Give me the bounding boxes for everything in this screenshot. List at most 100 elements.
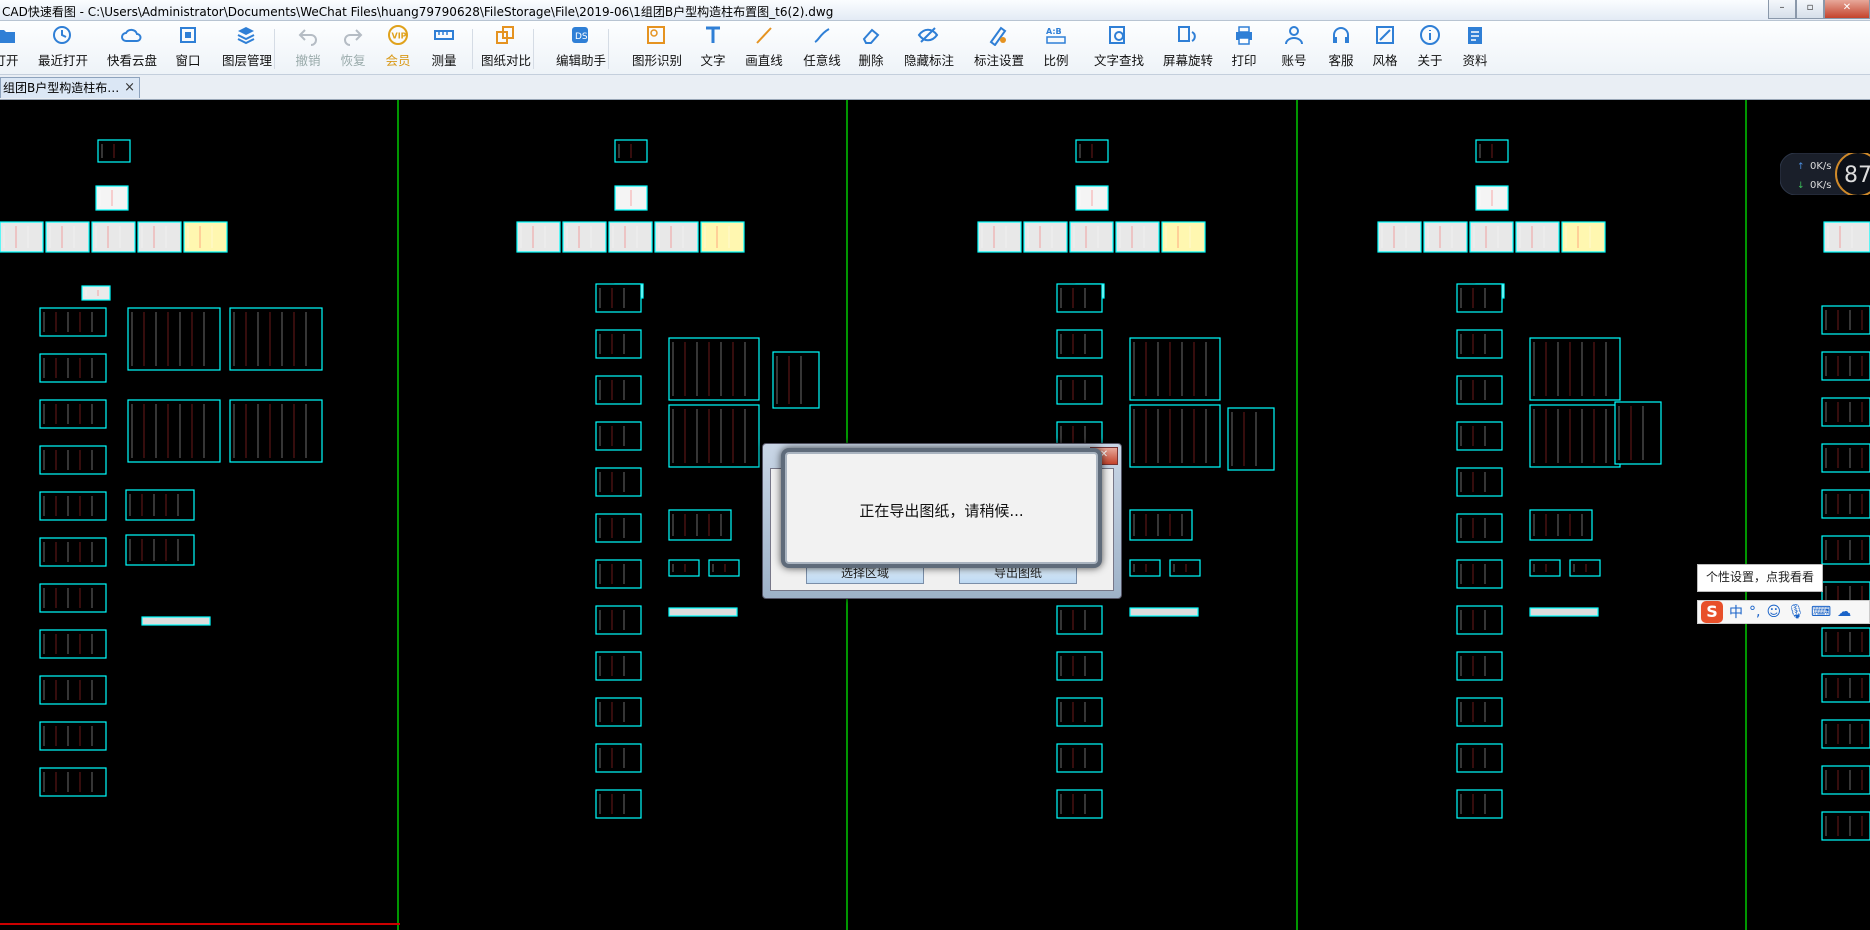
toolbar-button-eye-hide[interactable]: 隐藏标注 (904, 24, 954, 69)
svg-text:DS: DS (575, 32, 588, 42)
ime-mode-toggle[interactable]: 中 (1729, 602, 1743, 622)
maximize-button[interactable]: ▫ (1796, 0, 1824, 19)
drawing-sheet (1469, 221, 1514, 253)
drawing-sheet (977, 221, 1022, 253)
drawing-sheet (39, 583, 107, 613)
export-drawing-button[interactable]: 导出图纸 (959, 563, 1077, 584)
toolbar-button-text-search[interactable]: 文字查找 (1094, 24, 1144, 69)
drawing-sheet (1456, 789, 1503, 819)
drawing-sheet (39, 353, 107, 383)
toolbar-button-compare[interactable]: 图纸对比 (481, 24, 532, 69)
drawing-sheet (595, 467, 642, 497)
drawing-sheet (1056, 283, 1103, 313)
network-widget[interactable]: ↑ ↓ 0K/s 0K/s 87 (1779, 151, 1870, 197)
drawing-sheet (1056, 651, 1103, 681)
drawing-sheet (39, 537, 107, 567)
drawing-sheet (708, 559, 740, 577)
toolbar-button-style[interactable]: 风格 (1361, 24, 1409, 69)
drawing-sheet (1129, 607, 1199, 617)
toolbar-button-label: 打开 (0, 53, 19, 68)
drawing-sheet (127, 307, 221, 371)
toolbar-button-scale[interactable]: A:B 比例 (1032, 24, 1080, 69)
toolbar-button-redo[interactable]: 恢复 (329, 24, 377, 69)
rotate-screen-icon (1178, 26, 1196, 42)
drawing-sheet (1456, 421, 1503, 451)
drawing-sheet (595, 513, 642, 543)
drawing-sheet (1456, 467, 1503, 497)
drawing-sheet (1056, 329, 1103, 359)
toolbar-button-line[interactable]: 画直线 (740, 24, 788, 69)
toolbar-button-printer[interactable]: 打印 (1220, 24, 1268, 69)
ime-voice-icon[interactable]: 🎙 (1787, 604, 1805, 620)
tab-document[interactable]: 组团B户型构造柱布… × (0, 77, 140, 98)
ime-emoji-icon[interactable]: ☺ (1766, 604, 1781, 620)
minimize-button[interactable]: – (1768, 0, 1796, 19)
ime-punctuation-icon[interactable]: °, (1749, 604, 1760, 620)
toolbar-button-document[interactable]: 资料 (1451, 24, 1499, 69)
toolbar-button-headset[interactable]: 客服 (1317, 24, 1365, 69)
toolbar-button-folder-open[interactable]: 打开 (0, 24, 30, 69)
drawing-sheet (1529, 607, 1599, 617)
drawing-sheet (608, 221, 653, 253)
drawing-sheet (1821, 765, 1870, 795)
drawing-sheet (39, 445, 107, 475)
drawing-sheet (668, 607, 738, 617)
toolbar-separator (274, 29, 275, 69)
folder-open-icon (0, 30, 15, 43)
drawing-sheet (1377, 221, 1422, 253)
toolbar-button-vip[interactable]: VIP 会员 (374, 24, 422, 69)
layers-icon (237, 27, 255, 45)
close-window-button[interactable]: ✕ (1824, 0, 1870, 19)
toolbar-button-undo[interactable]: 撤销 (284, 24, 332, 69)
toolbar-button-label: 最近打开 (38, 53, 89, 68)
drawing-sheet (39, 767, 107, 797)
window-title: CAD快速看图 - C:\Users\Administrator\Documen… (2, 5, 834, 19)
sogou-logo-icon[interactable]: S (1701, 601, 1723, 623)
ime-skin-icon[interactable]: ☁ (1837, 604, 1851, 620)
toolbar-button-label: 图纸对比 (481, 53, 532, 68)
toolbar-button-rotate-screen[interactable]: 屏幕旋转 (1163, 24, 1213, 69)
toolbar-button-label: 图层管理 (222, 53, 273, 68)
redo-icon (344, 29, 363, 46)
ime-toolbar[interactable]: S 中 °, ☺ 🎙 ⌨ ☁ (1697, 600, 1870, 624)
window-icon (180, 27, 196, 43)
toolbar-button-text[interactable]: 文字 (689, 24, 737, 69)
toolbar-button-layers[interactable]: 图层管理 (222, 24, 273, 69)
drawing-sheet (654, 221, 699, 253)
drawing-sheet (516, 221, 561, 253)
ime-keyboard-icon[interactable]: ⌨ (1811, 604, 1831, 620)
toolbar-button-info[interactable]: 关于 (1406, 24, 1454, 69)
drawing-sheet (595, 651, 642, 681)
drawing-sheet (1069, 221, 1114, 253)
drawing-sheet (1056, 743, 1103, 773)
ruler-icon (434, 30, 454, 40)
drawing-sheet (1023, 221, 1068, 253)
toolbar-button-freehand[interactable]: 任意线 (798, 24, 846, 69)
toolbar-button-label: 恢复 (340, 53, 366, 68)
toolbar-button-label: 关于 (1417, 53, 1443, 68)
toolbar-button-label: 图形识别 (632, 53, 683, 68)
toolbar-button-user[interactable]: 账号 (1270, 24, 1318, 69)
drawing-sheet (1227, 407, 1275, 471)
toolbar-button-annotation-settings[interactable]: 标注设置 (974, 24, 1024, 69)
toolbar-button-label: 快看云盘 (107, 53, 158, 68)
drawing-sheet (1456, 513, 1503, 543)
toolbar-button-label: 编辑助手 (556, 53, 607, 68)
drawing-sheet (1456, 283, 1503, 313)
headset-icon (1333, 27, 1349, 43)
toolbar-button-window[interactable]: 窗口 (164, 24, 212, 69)
toolbar-button-edit-assistant[interactable]: DS 编辑助手 (556, 24, 607, 69)
toolbar-button-ruler[interactable]: 测量 (420, 24, 468, 69)
toolbar-button-label: 客服 (1328, 53, 1354, 68)
select-area-button[interactable]: 选择区域 (806, 563, 924, 584)
toolbar-button-shape-recognize[interactable]: 图形识别 (632, 24, 683, 69)
drawing-sheet (700, 221, 745, 253)
drawing-sheet (1529, 404, 1621, 468)
toolbar-button-eraser[interactable]: 删除 (847, 24, 895, 69)
drawing-sheet (595, 789, 642, 819)
toolbar-button-history[interactable]: 最近打开 (38, 24, 89, 69)
toolbar-button-label: 文字 (700, 53, 726, 68)
toolbar-button-cloud[interactable]: 快看云盘 (107, 24, 158, 69)
tab-close-icon[interactable]: × (124, 78, 135, 98)
text-icon (706, 26, 720, 43)
